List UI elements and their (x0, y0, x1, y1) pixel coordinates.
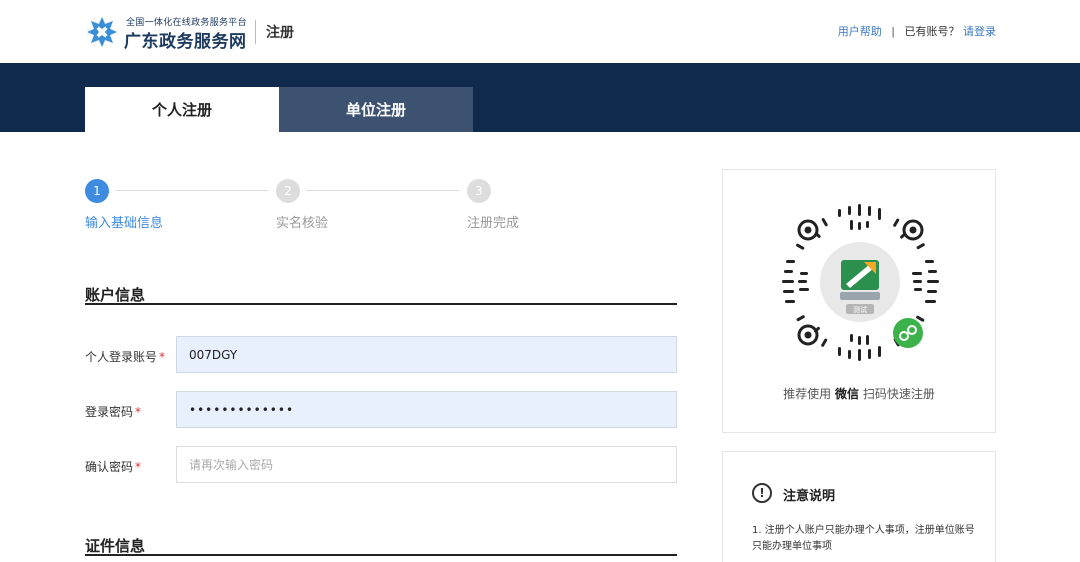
section-divider (85, 303, 677, 305)
logo-title: 广东政务服务网 (124, 32, 247, 52)
required-mark: * (135, 405, 142, 419)
id-section-title: 证件信息 (85, 537, 146, 555)
account-label: 个人登录账号 * (85, 348, 165, 365)
step-1-label: 输入基础信息 (85, 216, 164, 231)
confirm-password-label-text: 确认密码 (85, 460, 134, 474)
exclamation-icon: ! (752, 483, 772, 503)
qr-register-panel: 测试 推荐使用 微信 扫码快速注册 (722, 169, 996, 433)
login-link[interactable]: 请登录 (963, 25, 996, 38)
step-connector (115, 190, 268, 191)
header-link-separator: | (891, 25, 895, 38)
help-link[interactable]: 用户帮助 (838, 25, 882, 38)
header-divider (255, 20, 256, 44)
step-3-circle: 3 (467, 179, 491, 203)
qr-caption-wechat: 微信 (834, 387, 859, 401)
step-2-circle: 2 (276, 179, 300, 203)
step-1-circle: 1 (85, 179, 109, 203)
confirm-password-input[interactable] (176, 446, 677, 483)
tab-unit-register[interactable]: 单位注册 (279, 87, 473, 132)
top-header: 全国一体化在线政务服务平台 广东政务服务网 注册 用户帮助 | 已有账号？ 请登… (0, 0, 1080, 63)
step-3-label: 注册完成 (467, 216, 520, 231)
password-label-text: 登录密码 (85, 405, 134, 419)
qr-caption: 推荐使用 微信 扫码快速注册 (723, 385, 995, 402)
required-mark: * (135, 460, 142, 474)
qr-caption-prefix: 推荐使用 (783, 387, 832, 401)
qr-caption-suffix: 扫码快速注册 (862, 387, 935, 401)
confirm-password-label: 确认密码 * (85, 458, 141, 475)
wechat-miniprogram-qr-code[interactable]: 测试 (778, 200, 943, 365)
service-logo-icon (840, 260, 880, 300)
account-label-text: 个人登录账号 (85, 350, 158, 364)
header-links: 用户帮助 | 已有账号？ 请登录 (838, 23, 996, 39)
notice-panel: ! 注意说明 1. 注册个人账户只能办理个人事项，注册单位账号只能办理单位事项 (722, 451, 996, 562)
step-2-label: 实名核验 (276, 216, 329, 231)
account-input[interactable] (176, 336, 677, 373)
password-label: 登录密码 * (85, 403, 141, 420)
notice-text: 1. 注册个人账户只能办理个人事项，注册单位账号只能办理单位事项 (752, 525, 975, 552)
qr-center-label: 测试 (853, 305, 867, 314)
step-connector (306, 190, 459, 191)
site-logo-icon (87, 17, 117, 47)
required-mark: * (159, 350, 166, 364)
section-divider (85, 554, 677, 556)
page-title: 注册 (266, 25, 294, 41)
notice-title: 注意说明 (783, 489, 836, 504)
have-account-text: 已有账号？ (904, 25, 960, 38)
account-section-title: 账户信息 (85, 286, 146, 304)
tab-personal-register[interactable]: 个人注册 (85, 87, 279, 132)
password-input[interactable] (176, 391, 677, 428)
